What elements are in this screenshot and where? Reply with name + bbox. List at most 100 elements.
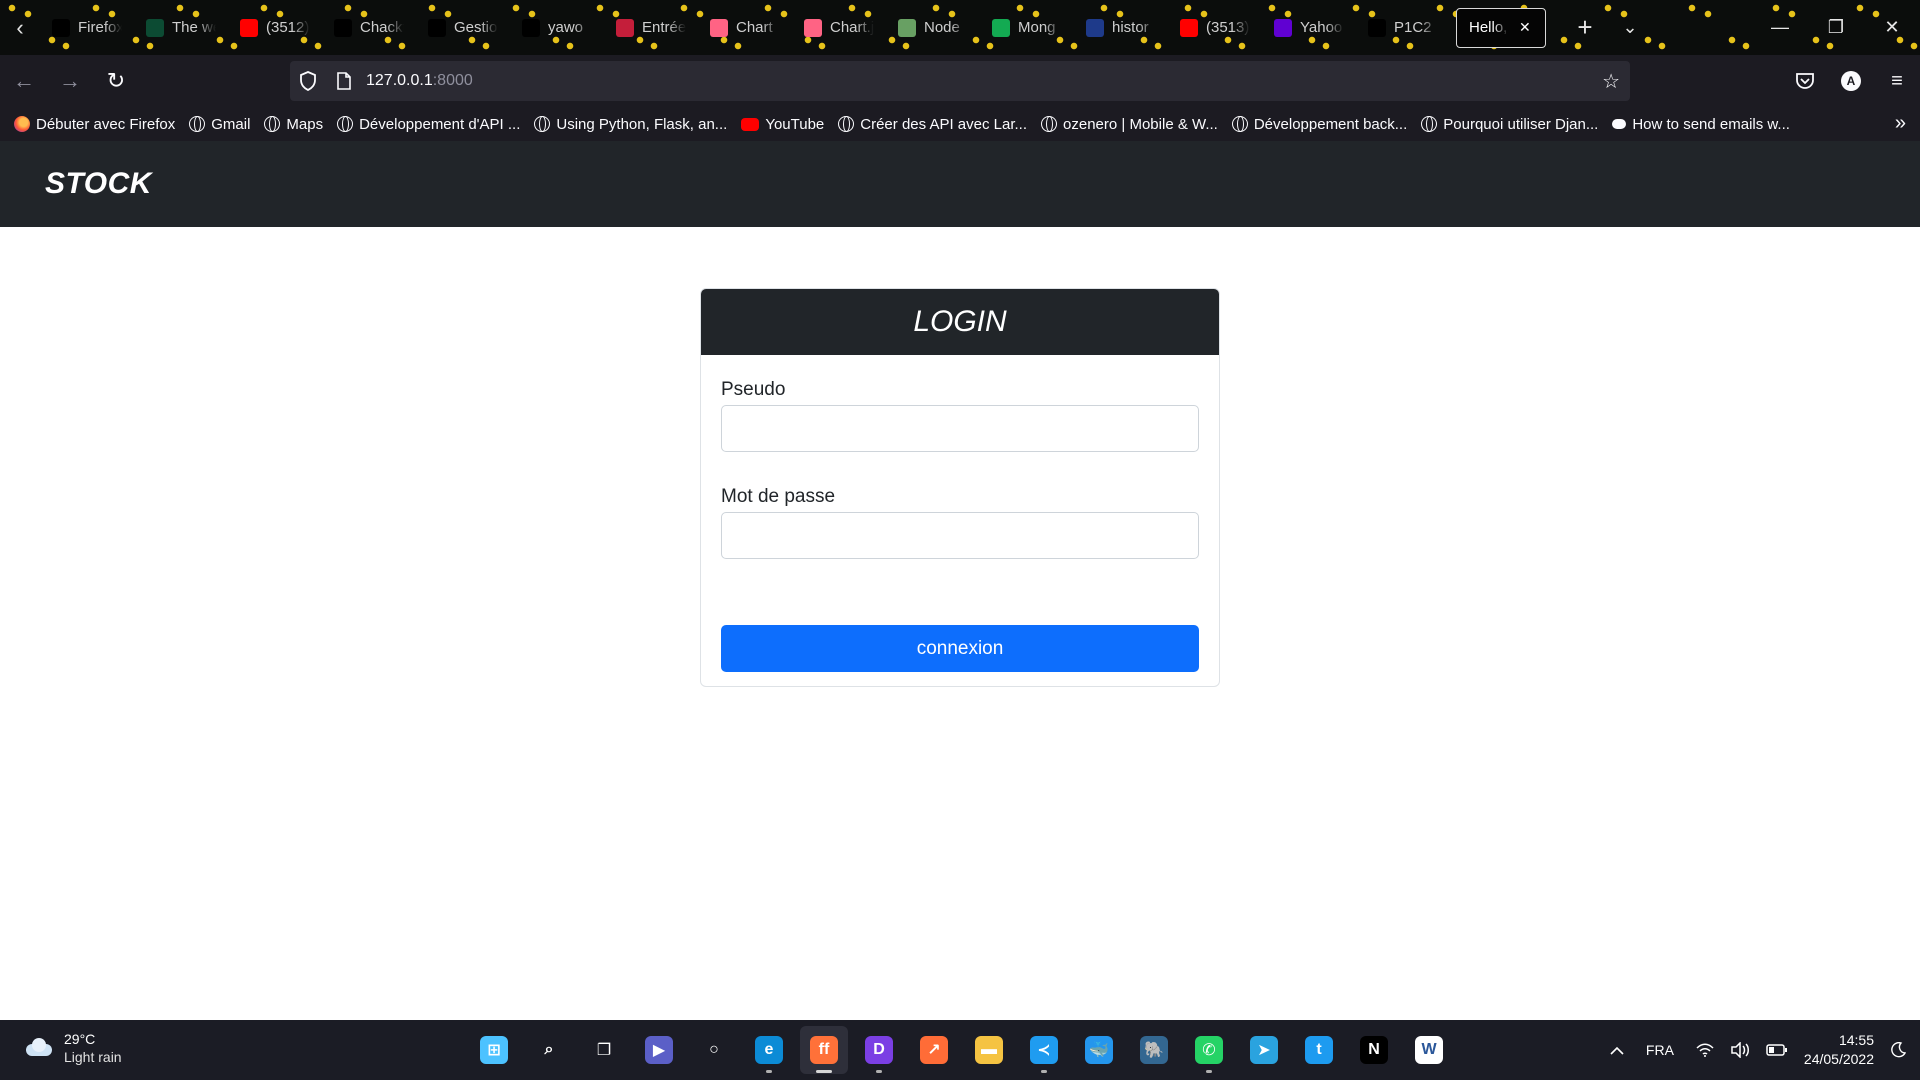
bookmark-label: Using Python, Flask, an... (556, 115, 728, 133)
tab-3[interactable]: Chackt (322, 8, 416, 48)
minimize-button[interactable]: — (1752, 0, 1808, 55)
youtube-icon (240, 18, 258, 37)
tab-1[interactable]: The web (134, 8, 228, 48)
github-icon (334, 18, 352, 37)
teams-chat-taskbar-button[interactable]: ▶ (635, 1026, 683, 1074)
input-language[interactable]: FRA (1632, 1042, 1688, 1058)
back-button[interactable]: ← (2, 59, 46, 103)
tab-label: Node (924, 19, 960, 36)
bookmark-item[interactable]: Using Python, Flask, an... (534, 116, 727, 133)
tab-9[interactable]: Node (886, 8, 980, 48)
forward-button[interactable]: → (48, 59, 92, 103)
bookmark-item[interactable]: Développement d'API ... (337, 116, 520, 133)
brand-logo[interactable]: STOCK (45, 167, 152, 201)
bookmark-item[interactable]: Pourquoi utiliser Djan... (1421, 116, 1598, 133)
postgresql-taskbar-button[interactable]: 🐘 (1130, 1026, 1178, 1074)
bookmark-item[interactable]: ozenero | Mobile & W... (1041, 116, 1218, 133)
password-input[interactable] (721, 512, 1199, 559)
globe-icon (189, 116, 206, 132)
tab-11[interactable]: histor (1074, 8, 1168, 48)
volume-icon[interactable] (1722, 1042, 1758, 1058)
running-indicator (1041, 1070, 1047, 1073)
twitter-taskbar-button[interactable]: t (1295, 1026, 1343, 1074)
task-view-taskbar-button[interactable]: ❐ (580, 1026, 628, 1074)
windows-start-taskbar-button[interactable]: ⊞ (470, 1026, 518, 1074)
cortana-taskbar-button[interactable]: ○ (690, 1026, 738, 1074)
list-all-tabs-icon[interactable]: ⌄ (1610, 17, 1650, 38)
bookmark-star-icon[interactable]: ☆ (1602, 69, 1620, 94)
bookmark-label: Développement back... (1253, 115, 1408, 133)
bookmark-label: Créer des API avec Lar... (860, 115, 1028, 133)
tab-12[interactable]: (3513) (1168, 8, 1262, 48)
tab-4[interactable]: Gestio (416, 8, 510, 48)
url-bar[interactable]: 127.0.0.1:8000 ☆ (290, 61, 1630, 101)
pocket-icon[interactable] (1782, 58, 1828, 104)
tab-14[interactable]: P1C2 (1356, 8, 1450, 48)
new-tab-button[interactable]: + (1560, 0, 1610, 55)
search-taskbar-button[interactable]: ⌕ (525, 1026, 573, 1074)
tab-6[interactable]: Entrée (604, 8, 698, 48)
bookmark-item[interactable]: Créer des API avec Lar... (838, 116, 1027, 133)
battery-icon[interactable] (1758, 1044, 1796, 1056)
tab-7[interactable]: Chart (698, 8, 792, 48)
browser-navbar: ← → ↻ 127.0.0.1:8000 ☆ A ≡ (0, 55, 1920, 107)
login-card: LOGIN Pseudo Mot de passe connexion (700, 288, 1220, 687)
weather-widget[interactable]: 29°C Light rain (22, 1030, 122, 1066)
vscode-taskbar-button[interactable]: ≺ (1020, 1026, 1068, 1074)
tracking-protection-shield-icon[interactable] (290, 71, 326, 91)
file-explorer-taskbar-button[interactable]: ▬ (965, 1026, 1013, 1074)
url-port: :8000 (432, 72, 473, 89)
tab-10[interactable]: Mong (980, 8, 1074, 48)
tab-scroll-left-icon[interactable]: ‹ (0, 0, 40, 55)
bookmark-item[interactable]: Gmail (189, 116, 250, 133)
whatsapp-taskbar-button[interactable]: ✆ (1185, 1026, 1233, 1074)
bookmarks-overflow-icon[interactable]: » (1895, 112, 1906, 135)
account-icon: A (1841, 71, 1861, 91)
whatsapp-icon: ✆ (1195, 1036, 1223, 1064)
tab-13[interactable]: Yahoo (1262, 8, 1356, 48)
tab-5[interactable]: yawo (510, 8, 604, 48)
teams-chat-icon: ▶ (645, 1036, 673, 1064)
netflix-taskbar-button[interactable]: N (1350, 1026, 1398, 1074)
login-submit-button[interactable]: connexion (721, 625, 1199, 672)
bookmark-item[interactable]: How to send emails w... (1612, 116, 1790, 133)
window-controls: — ❐ ✕ (1752, 0, 1920, 55)
firefox-taskbar-button[interactable]: ff (800, 1026, 848, 1074)
show-hidden-icons-chevron-icon[interactable] (1602, 1046, 1632, 1055)
reload-button[interactable]: ↻ (94, 59, 138, 103)
postman-taskbar-button[interactable]: ↗ (910, 1026, 958, 1074)
docker-taskbar-button[interactable]: 🐳 (1075, 1026, 1123, 1074)
tab-label: Entrée (642, 19, 686, 36)
globe-icon (1041, 116, 1058, 132)
word-online-taskbar-button[interactable]: W (1405, 1026, 1453, 1074)
notifications-moon-icon[interactable] (1886, 1042, 1920, 1058)
bookmark-item[interactable]: Débuter avec Firefox (14, 116, 175, 133)
app-menu-icon[interactable]: ≡ (1874, 58, 1920, 104)
edge-taskbar-button[interactable]: e (745, 1026, 793, 1074)
django-icon (146, 18, 164, 37)
globe-icon (1231, 116, 1248, 132)
bookmark-item[interactable]: YouTube (741, 116, 824, 133)
search-icon: ⌕ (544, 1041, 554, 1058)
account-avatar[interactable]: A (1828, 58, 1874, 104)
tab-active[interactable]: Hello, w ✕ (1456, 7, 1546, 48)
username-input[interactable] (721, 405, 1199, 452)
close-window-button[interactable]: ✕ (1864, 0, 1920, 55)
telegram-taskbar-button[interactable]: ➤ (1240, 1026, 1288, 1074)
discord-taskbar-button[interactable]: D (855, 1026, 903, 1074)
system-tray: FRA 14:55 24/05/2022 (1602, 1020, 1920, 1080)
tab-8[interactable]: Chart.j (792, 8, 886, 48)
page-info-icon[interactable] (326, 72, 362, 90)
tab-0[interactable]: Firefox (40, 8, 134, 48)
wifi-icon[interactable] (1688, 1043, 1722, 1057)
tab-label: Chart.j (830, 19, 874, 36)
clock[interactable]: 14:55 24/05/2022 (1796, 1031, 1886, 1069)
bookmark-item[interactable]: Développement back... (1231, 115, 1408, 133)
restore-button[interactable]: ❐ (1808, 0, 1864, 55)
tab-label: P1C2 (1394, 19, 1432, 36)
close-tab-icon[interactable]: ✕ (1519, 19, 1531, 36)
firefox-icon (14, 116, 30, 132)
tab-2[interactable]: (3512) (228, 8, 322, 48)
bookmark-label: Gmail (211, 115, 251, 133)
bookmark-item[interactable]: Maps (264, 116, 323, 133)
